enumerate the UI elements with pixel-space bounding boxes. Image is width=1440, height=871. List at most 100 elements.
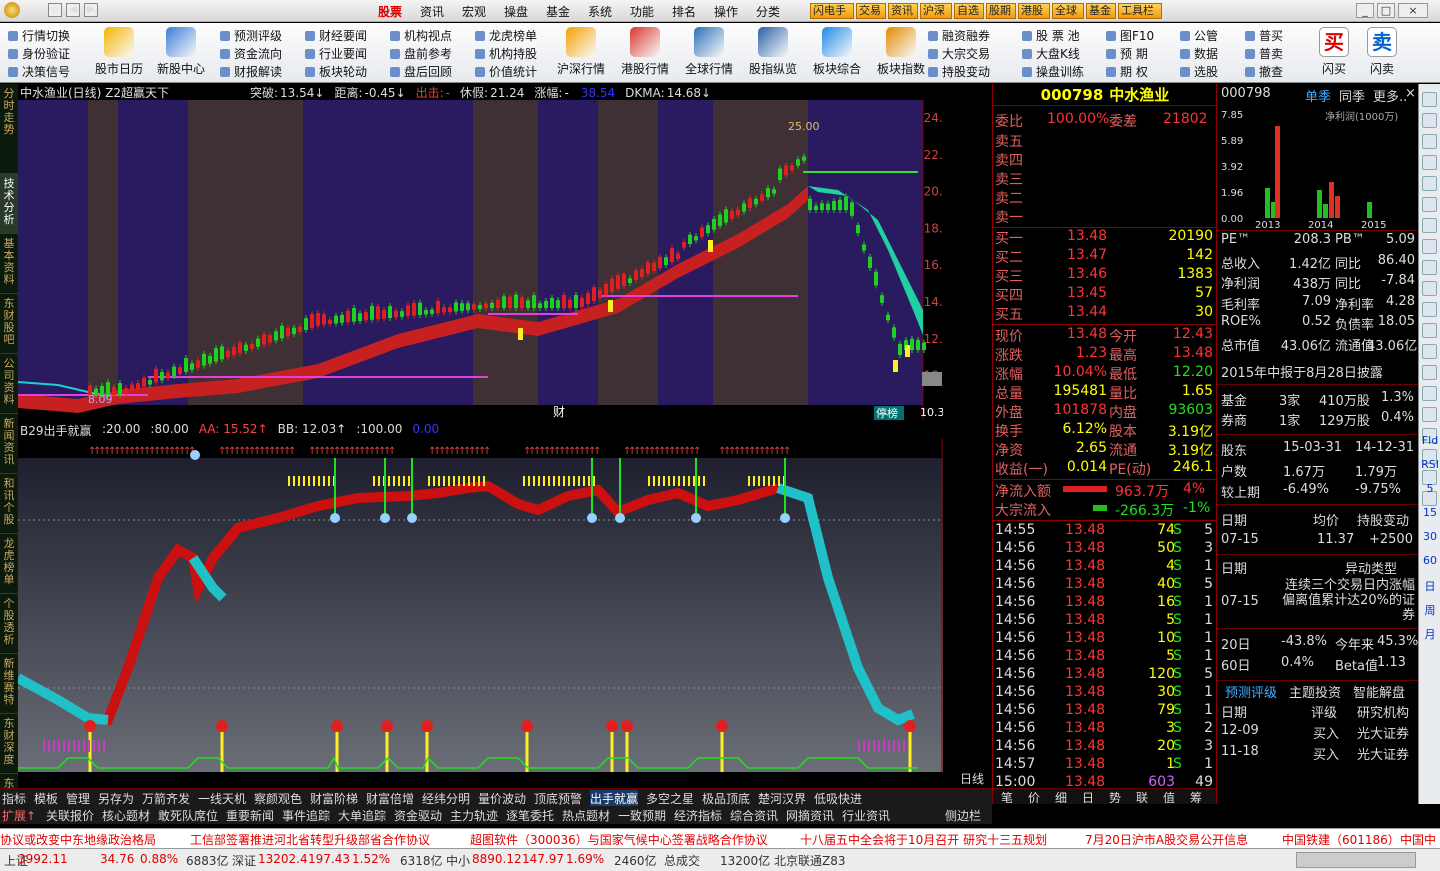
back-icon[interactable]: ◀ bbox=[66, 3, 80, 17]
quote-tab-5[interactable]: 联 bbox=[1136, 789, 1148, 806]
app-logo-icon[interactable] bbox=[4, 2, 20, 18]
right-nav-item-8[interactable]: 月 bbox=[1419, 626, 1440, 642]
left-nav-item-1[interactable]: 技术分析 bbox=[0, 174, 18, 234]
right-nav-item-1[interactable]: RSI bbox=[1419, 458, 1440, 471]
quick-button-6[interactable]: 港股 bbox=[1018, 3, 1050, 19]
right-tool-icon[interactable] bbox=[1422, 239, 1437, 254]
left-nav-item-10[interactable]: 东财深度 bbox=[0, 714, 18, 774]
left-nav-item-6[interactable]: 和讯个股 bbox=[0, 474, 18, 534]
indicator-tab-16[interactable]: 低吸快进 bbox=[814, 790, 862, 807]
indicator-tab-6[interactable]: 察颜观色 bbox=[254, 790, 302, 807]
indicator-tab-13[interactable]: 多空之星 bbox=[646, 790, 694, 807]
quick-button-2[interactable]: 资讯 bbox=[888, 3, 918, 19]
period-label[interactable]: 日线 bbox=[953, 770, 991, 788]
quick-button-3[interactable]: 沪深 bbox=[920, 3, 952, 19]
toolbar-item-col10-1[interactable]: 普卖 bbox=[1245, 45, 1283, 62]
toolbar-item-col8-0[interactable]: 图F10 bbox=[1106, 27, 1154, 44]
toolbar-big-button-3[interactable]: 港股行情 bbox=[614, 27, 676, 77]
quote-tab-2[interactable]: 细 bbox=[1055, 789, 1067, 806]
news-item-4[interactable]: 7月20日沪市A股交易公开信息 bbox=[1085, 831, 1248, 848]
info-tab-12[interactable]: 经济指标 bbox=[674, 807, 722, 824]
side-panel-tab[interactable]: 侧边栏 bbox=[945, 807, 981, 824]
news-item-5[interactable]: 中国铁建（601186） bbox=[1282, 831, 1400, 848]
info-tab-13[interactable]: 综合资讯 bbox=[730, 807, 778, 824]
toolbar-item-col7-2[interactable]: 操盘训练 bbox=[1022, 63, 1084, 80]
indicator-tab-1[interactable]: 模板 bbox=[34, 790, 58, 807]
menu-item-2[interactable]: 宏观 bbox=[462, 3, 486, 20]
right-nav-item-2[interactable]: 5 bbox=[1419, 482, 1440, 495]
left-nav-item-2[interactable]: 基本资料 bbox=[0, 234, 18, 294]
toolbar-item-col9-2[interactable]: 选股 bbox=[1180, 63, 1218, 80]
toolbar-big-button-5[interactable]: 股指纵览 bbox=[742, 27, 804, 77]
quick-button-7[interactable]: 全球 bbox=[1052, 3, 1084, 19]
indicator-tab-5[interactable]: 一线天机 bbox=[198, 790, 246, 807]
right-tool-icon[interactable] bbox=[1422, 386, 1437, 401]
indicator-tab-2[interactable]: 管理 bbox=[66, 790, 90, 807]
indicator-tab-11[interactable]: 顶底预警 bbox=[534, 790, 582, 807]
quick-button-1[interactable]: 交易 bbox=[856, 3, 886, 19]
news-item-1[interactable]: 工信部签署推进河北省转型升级部省合作协议 bbox=[190, 831, 430, 848]
toolbar-big-button-2[interactable]: 沪深行情 bbox=[550, 27, 612, 77]
toolbar-item-col7-1[interactable]: 大盘K线 bbox=[1022, 45, 1080, 62]
info-tab-0[interactable]: 扩展↑ bbox=[2, 807, 36, 824]
toolbar-item-col5-2[interactable]: 价值统计 bbox=[475, 63, 537, 80]
toolbar-item-col8-1[interactable]: 预 期 bbox=[1106, 45, 1148, 62]
info-tab-6[interactable]: 大单追踪 bbox=[338, 807, 386, 824]
rating-tab-0[interactable]: 预测评级 bbox=[1225, 682, 1277, 701]
forward-icon[interactable]: ▶ bbox=[84, 3, 98, 17]
info-tab-15[interactable]: 行业资讯 bbox=[842, 807, 890, 824]
f10-tab-0[interactable]: 单季 bbox=[1305, 86, 1331, 105]
news-item-3[interactable]: 十八届五中全会将于10月召开 研究十三五规划 bbox=[800, 831, 1047, 848]
toolbar-item-col5-1[interactable]: 机构持股 bbox=[475, 45, 537, 62]
info-tab-14[interactable]: 网摘资讯 bbox=[786, 807, 834, 824]
quote-tab-7[interactable]: 筹 bbox=[1190, 789, 1202, 806]
right-nav-item-4[interactable]: 30 bbox=[1419, 530, 1440, 543]
right-tool-icon[interactable] bbox=[1422, 281, 1437, 296]
quote-tab-1[interactable]: 价 bbox=[1028, 789, 1040, 806]
indicator-tab-14[interactable]: 极品顶底 bbox=[702, 790, 750, 807]
toolbar-big-button-4[interactable]: 全球行情 bbox=[678, 27, 740, 77]
left-nav-item-3[interactable]: 东财股吧 bbox=[0, 294, 18, 354]
right-tool-icon[interactable] bbox=[1422, 113, 1437, 128]
left-nav-item-9[interactable]: 新维赛特 bbox=[0, 654, 18, 714]
f10-tab-1[interactable]: 同季 bbox=[1339, 86, 1365, 105]
toolbar-big-button-1[interactable]: 新股中心 bbox=[150, 27, 212, 77]
left-nav-item-0[interactable]: 分时走势 bbox=[0, 84, 18, 174]
trade-button-0[interactable]: 买闪买 bbox=[1312, 27, 1356, 77]
news-item-2[interactable]: 超图软件（300036）与国家气候中心签署战略合作协议 bbox=[470, 831, 768, 848]
indicator-tab-12[interactable]: 出手就赢 bbox=[590, 790, 639, 807]
toolbar-item-col1-1[interactable]: 身份验证 bbox=[8, 45, 70, 62]
quick-button-4[interactable]: 自选 bbox=[954, 3, 984, 19]
info-tab-8[interactable]: 主力轨迹 bbox=[450, 807, 498, 824]
menu-item-8[interactable]: 操作 bbox=[714, 3, 738, 20]
indicator-tab-9[interactable]: 经纬分明 bbox=[422, 790, 470, 807]
menu-item-4[interactable]: 基金 bbox=[546, 3, 570, 20]
right-tool-icon[interactable] bbox=[1422, 407, 1437, 422]
right-nav-item-3[interactable]: 15 bbox=[1419, 506, 1440, 519]
maximize-icon[interactable]: □ bbox=[1377, 3, 1395, 18]
info-tab-3[interactable]: 敢死队席位 bbox=[158, 807, 218, 824]
right-tool-icon[interactable] bbox=[1422, 344, 1437, 359]
right-tool-icon[interactable] bbox=[1422, 134, 1437, 149]
trade-button-1[interactable]: 卖闪卖 bbox=[1360, 27, 1404, 77]
right-tool-icon[interactable] bbox=[1422, 155, 1437, 170]
info-tab-7[interactable]: 资金驱动 bbox=[394, 807, 442, 824]
toolbar-item-col3-1[interactable]: 行业要闻 bbox=[305, 45, 367, 62]
quote-tab-6[interactable]: 值 bbox=[1163, 789, 1175, 806]
indicator-tab-8[interactable]: 财富倍增 bbox=[366, 790, 414, 807]
indicator-tab-15[interactable]: 楚河汉界 bbox=[758, 790, 806, 807]
toolbar-item-col10-2[interactable]: 撤查 bbox=[1245, 63, 1283, 80]
minimize-icon[interactable]: _ bbox=[1356, 3, 1374, 18]
quote-tab-0[interactable]: 笔 bbox=[1001, 789, 1013, 806]
right-tool-icon[interactable] bbox=[1422, 176, 1437, 191]
toolbar-item-col2-0[interactable]: 预测评级 bbox=[220, 27, 282, 44]
right-tool-icon[interactable] bbox=[1422, 92, 1437, 107]
right-tool-icon[interactable] bbox=[1422, 218, 1437, 233]
indicator-svg[interactable]: 100.090.0080.0070.0060.0050.0040.0030.00… bbox=[18, 438, 943, 772]
right-tool-icon[interactable] bbox=[1422, 260, 1437, 275]
toolbar-item-col9-0[interactable]: 公管 bbox=[1180, 27, 1218, 44]
info-tab-9[interactable]: 逐笔委托 bbox=[506, 807, 554, 824]
f10-tab-2[interactable]: 更多.. bbox=[1373, 86, 1407, 105]
quick-button-0[interactable]: 闪电手 bbox=[810, 3, 854, 19]
toolbar-big-button-0[interactable]: 股市日历 bbox=[88, 27, 150, 77]
